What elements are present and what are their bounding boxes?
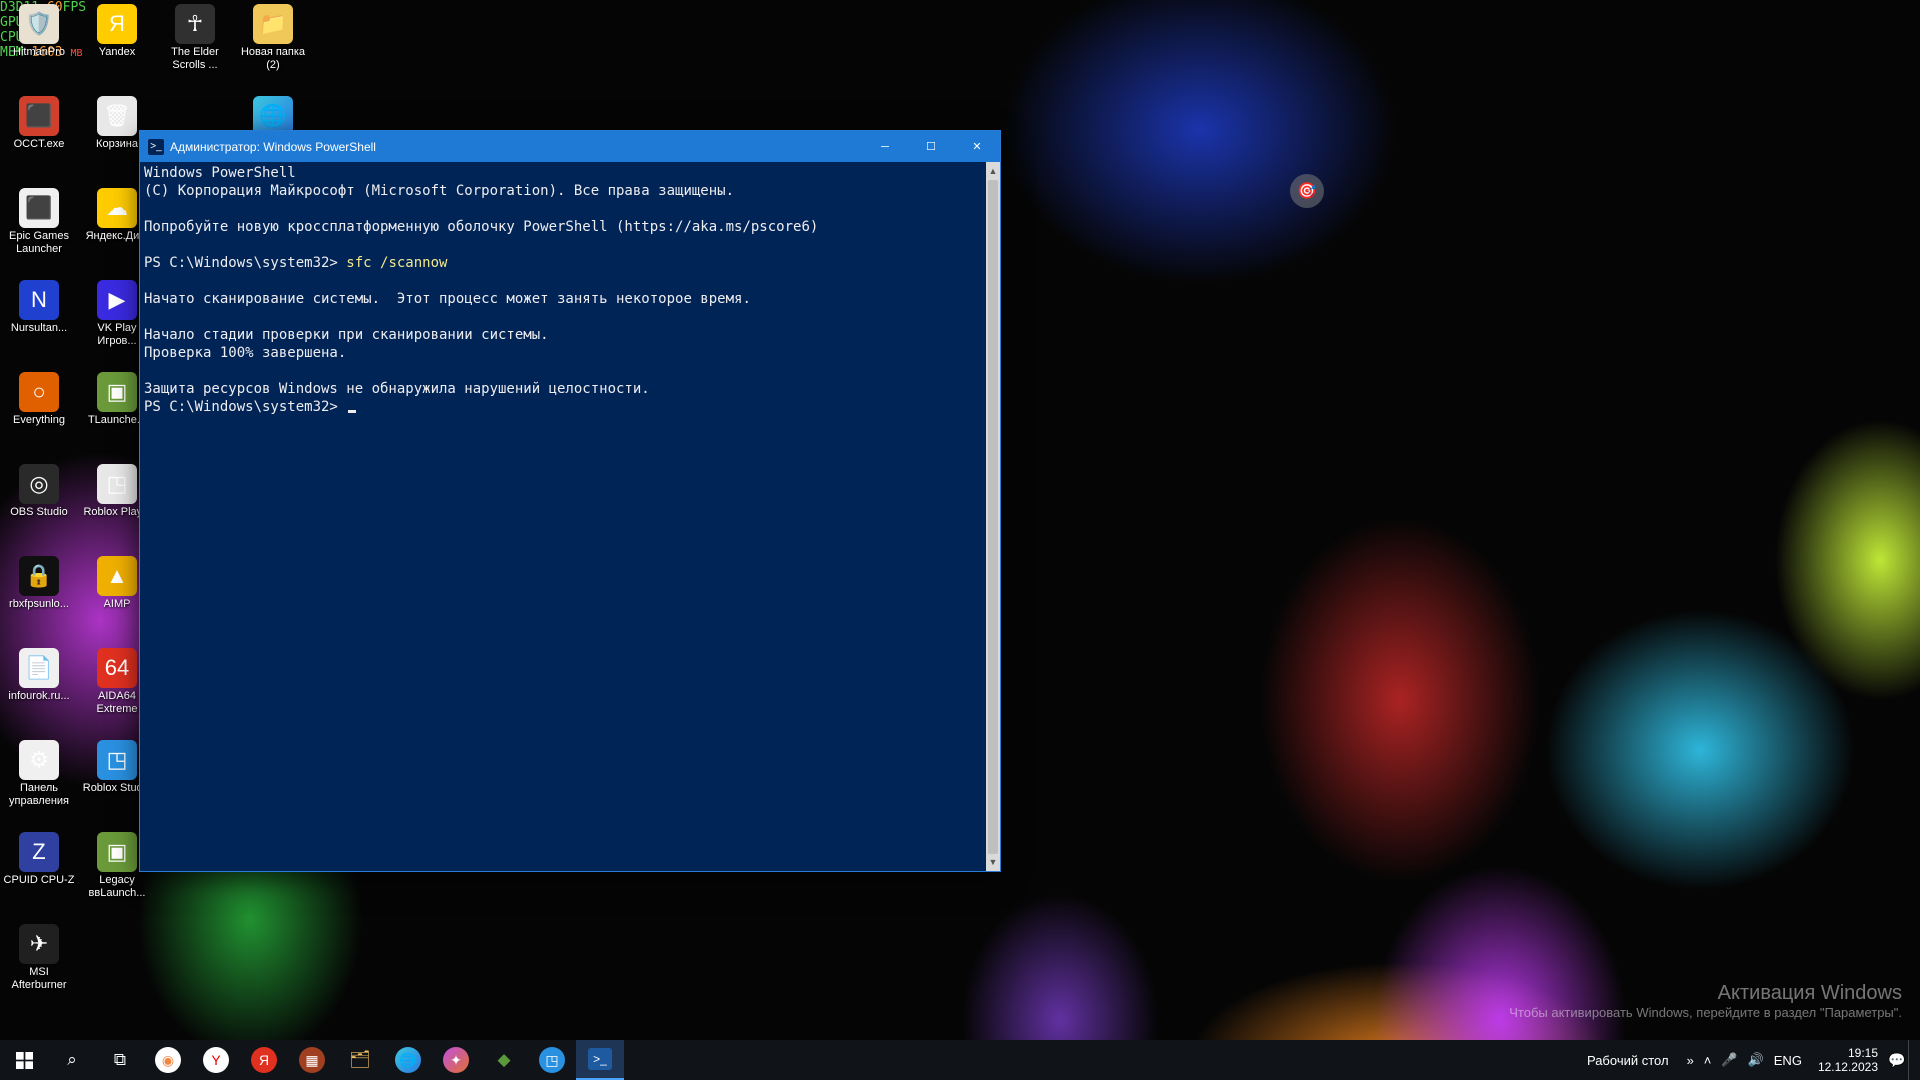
app-icon: ☥ — [175, 4, 215, 44]
scroll-thumb[interactable] — [988, 180, 998, 854]
taskbar-app-pinned2[interactable]: ✦ — [432, 1040, 480, 1080]
app-icon: ☁ — [97, 188, 137, 228]
app-icon: ◎ — [19, 464, 59, 504]
taskbar-app-yandex[interactable]: Y — [192, 1040, 240, 1080]
app-icon: 📄 — [19, 648, 59, 688]
notifications-button[interactable]: 💬 — [1886, 1052, 1908, 1069]
icon-label: OCCT.exe — [14, 138, 65, 151]
window-title: Администратор: Windows PowerShell — [170, 140, 376, 154]
taskbar-app-minecraft[interactable]: ◆ — [480, 1040, 528, 1080]
icon-label: MSI Afterburner — [2, 966, 76, 992]
icon-label: rbxfpsunlo... — [9, 598, 69, 611]
icon-label: AIMP — [104, 598, 131, 611]
icon-label: Nursultan... — [11, 322, 67, 335]
taskbar-app-explorer[interactable]: 🗂 — [336, 1040, 384, 1080]
taskbar: ⌕ ⧉ ◉ Y Я ▦ 🗂 🌐 ✦ ◆ ◳ >_ Рабочий стол » … — [0, 1040, 1920, 1080]
icon-label: Everything — [13, 414, 65, 427]
taskbar-app-chrome[interactable]: ◉ — [144, 1040, 192, 1080]
maximize-button[interactable]: ☐ — [908, 131, 954, 162]
app-icon: ⬛ — [19, 96, 59, 136]
icon-label: Панель управления — [2, 782, 76, 808]
app-icon: 🛡️ — [19, 4, 59, 44]
activation-watermark: Активация Windows Чтобы активировать Win… — [1509, 982, 1902, 1020]
app-icon: ▣ — [97, 372, 137, 412]
app-icon: Я — [97, 4, 137, 44]
app-icon: ▣ — [97, 832, 137, 872]
app-icon: ◳ — [97, 740, 137, 780]
app-icon: ◳ — [97, 464, 137, 504]
icon-label: Yandex — [99, 46, 136, 59]
icon-label: Legacy ввLaunch... — [80, 874, 154, 900]
desktop-icon[interactable]: 📄 infourok.ru... — [0, 644, 78, 736]
desktop-icon[interactable]: ⬛ OCCT.exe — [0, 92, 78, 184]
desktop-icon[interactable]: N Nursultan... — [0, 276, 78, 368]
desktop-icon[interactable]: ⬛Epic Games Launcher — [0, 184, 78, 276]
desktop-icon[interactable]: ⚙Панель управления — [0, 736, 78, 828]
app-icon: 🔒 — [19, 556, 59, 596]
icon-label: Корзина — [96, 138, 138, 151]
search-button[interactable]: ⌕ — [48, 1040, 96, 1080]
desktop-icon[interactable]: ○ Everything — [0, 368, 78, 460]
scrollbar[interactable]: ▲ ▼ — [986, 162, 1000, 871]
app-icon: ⬛ — [19, 188, 59, 228]
icon-label: OBS Studio — [10, 506, 67, 519]
minimize-button[interactable]: ─ — [862, 131, 908, 162]
icon-label: HitmanPro — [13, 46, 65, 59]
icon-label: Новая папка (2) — [236, 46, 310, 72]
icon-label: TLaunche... — [88, 414, 146, 427]
start-button[interactable] — [0, 1040, 48, 1080]
taskbar-clock[interactable]: 19:15 12.12.2023 — [1810, 1046, 1886, 1074]
app-icon: ○ — [19, 372, 59, 412]
task-view-button[interactable]: ⧉ — [96, 1040, 144, 1080]
icon-label: infourok.ru... — [8, 690, 69, 703]
tray-mic-icon[interactable]: 🎤 — [1721, 1052, 1737, 1068]
app-icon: ✈ — [19, 924, 59, 964]
taskbar-desktop-label[interactable]: Рабочий стол — [1577, 1053, 1679, 1068]
desktop-icon[interactable]: Я Yandex — [78, 0, 156, 92]
desktop-icon[interactable]: ✈MSI Afterburner — [0, 920, 78, 1012]
taskbar-app-edge[interactable]: 🌐 — [384, 1040, 432, 1080]
powershell-window: >_ Администратор: Windows PowerShell ─ ☐… — [139, 130, 1001, 872]
floating-widget[interactable]: 🎯 — [1290, 174, 1324, 208]
desktop-icon[interactable]: Z CPUID CPU-Z — [0, 828, 78, 920]
icon-label: CPUID CPU-Z — [4, 874, 75, 887]
app-icon: 🗑 — [97, 96, 137, 136]
icon-label: The Elder Scrolls ... — [158, 46, 232, 72]
icon-label: Epic Games Launcher — [2, 230, 76, 256]
app-icon: ⚙ — [19, 740, 59, 780]
tray-chevron-icon[interactable]: ˄ — [1704, 1053, 1712, 1068]
scroll-up-icon[interactable]: ▲ — [986, 162, 1000, 180]
app-icon: 📁 — [253, 4, 293, 44]
tray-language[interactable]: ENG — [1774, 1053, 1802, 1068]
powershell-icon: >_ — [148, 139, 164, 155]
terminal-body[interactable]: Windows PowerShell (C) Корпорация Майкро… — [140, 162, 986, 871]
taskbar-app-yandex2[interactable]: Я — [240, 1040, 288, 1080]
window-titlebar[interactable]: >_ Администратор: Windows PowerShell ─ ☐… — [140, 131, 1000, 162]
desktop-icon[interactable]: 📁Новая папка (2) — [234, 0, 312, 92]
taskbar-app-powershell[interactable]: >_ — [576, 1040, 624, 1080]
app-icon: Z — [19, 832, 59, 872]
show-desktop-button[interactable] — [1908, 1040, 1914, 1080]
tray-volume-icon[interactable]: 🔊 — [1748, 1052, 1764, 1068]
system-tray[interactable]: » ˄ 🎤 🔊 ENG — [1679, 1052, 1810, 1068]
close-button[interactable]: ✕ — [954, 131, 1000, 162]
taskbar-app-pinned3[interactable]: ◳ — [528, 1040, 576, 1080]
scroll-down-icon[interactable]: ▼ — [986, 853, 1000, 871]
taskbar-app-pinned1[interactable]: ▦ — [288, 1040, 336, 1080]
app-icon: ▲ — [97, 556, 137, 596]
desktop-icon[interactable]: ◎ OBS Studio — [0, 460, 78, 552]
app-icon: 64 — [97, 648, 137, 688]
desktop-icon[interactable]: ☥The Elder Scrolls ... — [156, 0, 234, 92]
app-icon: ▶ — [97, 280, 137, 320]
tray-overflow-icon[interactable]: » — [1687, 1053, 1694, 1068]
desktop-icon[interactable]: 🔒 rbxfpsunlo... — [0, 552, 78, 644]
desktop-icon[interactable]: 🛡️ HitmanPro — [0, 0, 78, 92]
app-icon: N — [19, 280, 59, 320]
